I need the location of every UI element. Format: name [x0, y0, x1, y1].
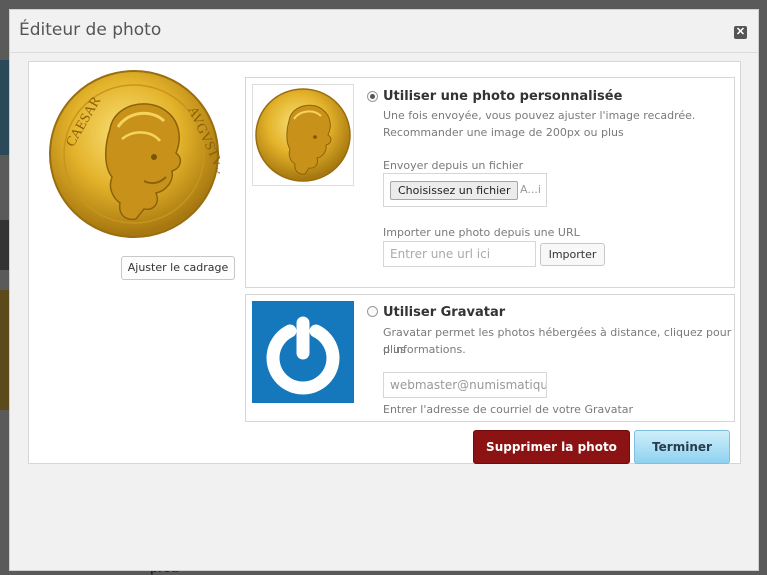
file-name-text: A...i [520, 183, 541, 196]
choose-file-button[interactable]: Choisissez un fichier [390, 181, 519, 200]
gravatar-radio[interactable] [367, 306, 378, 317]
gravatar-logo [252, 301, 354, 403]
gravatar-email-hint: Entrer l'adresse de courriel de votre Gr… [383, 403, 634, 416]
file-upload-label: Envoyer depuis un fichier [383, 159, 524, 172]
custom-photo-panel: Utiliser une photo personnalisée Une foi… [245, 77, 735, 288]
import-button[interactable]: Importer [540, 243, 605, 266]
gravatar-title: Utiliser Gravatar [383, 305, 506, 320]
gravatar-email-input[interactable]: webmaster@numismatique.c [383, 372, 547, 398]
url-input[interactable]: Entrer une url ici [383, 241, 536, 267]
gravatar-desc-2: d'informations. [383, 343, 466, 356]
custom-photo-title: Utiliser une photo personnalisée [383, 89, 623, 104]
dialog-content: CAESAR AVGVSTVS Ajuster le cadrage Utili… [28, 61, 741, 464]
dialog-header: Éditeur de photo ✕ [10, 10, 758, 53]
custom-photo-desc-2: Recommander une image de 200px ou plus [383, 126, 624, 139]
custom-photo-desc-1: Une fois envoyée, vous pouvez ajuster l'… [383, 109, 696, 122]
custom-photo-thumbnail [252, 84, 354, 186]
photo-editor-dialog: Éditeur de photo ✕ CAESAR AVGVSTVS Ajust… [9, 9, 759, 571]
current-photo-preview: CAESAR AVGVSTVS [48, 69, 229, 239]
file-upload-field: Choisissez un fichier A...i [383, 173, 547, 207]
adjust-crop-button[interactable]: Ajuster le cadrage [121, 256, 235, 280]
gravatar-panel: Utiliser Gravatar Gravatar permet les ph… [245, 294, 735, 422]
close-icon[interactable]: ✕ [734, 26, 747, 39]
delete-photo-button[interactable]: Supprimer la photo [473, 430, 630, 464]
url-import-label: Importer une photo depuis une URL [383, 226, 580, 239]
custom-photo-radio[interactable] [367, 91, 378, 102]
dialog-title: Éditeur de photo [19, 20, 162, 40]
done-button[interactable]: Terminer [634, 430, 730, 464]
